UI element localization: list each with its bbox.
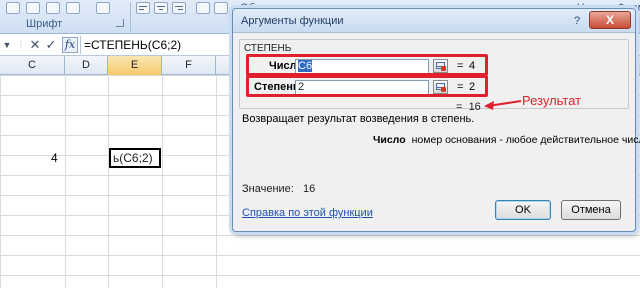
result-annotation: Результат xyxy=(522,93,582,108)
annotation-arrow-head xyxy=(484,101,494,110)
annotation-arrow xyxy=(484,100,522,110)
